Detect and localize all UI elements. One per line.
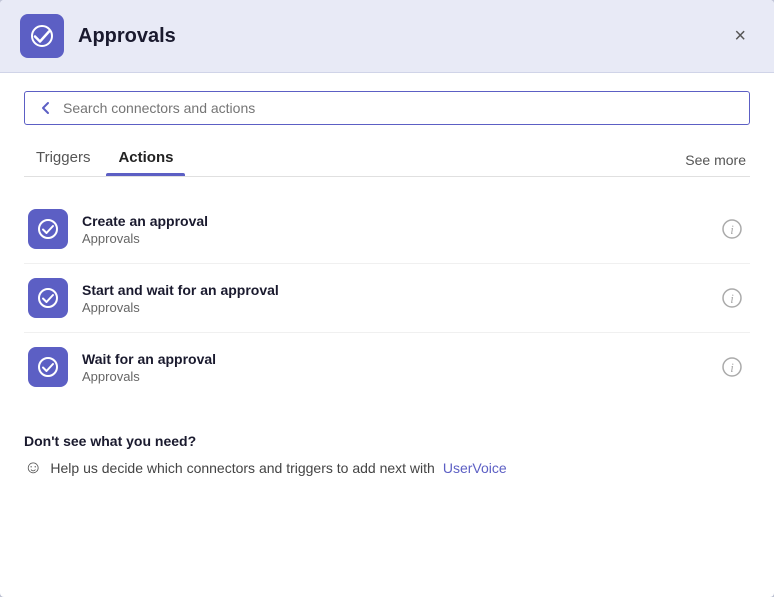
action-item-wait-approval[interactable]: Wait for an approval Approvals i (24, 333, 750, 401)
approvals-app-icon (20, 14, 64, 58)
info-button-2[interactable]: i (718, 284, 746, 312)
uservoice-link[interactable]: UserVoice (443, 460, 507, 476)
footer-text: ☺ Help us decide which connectors and tr… (24, 457, 750, 478)
action-name-1: Create an approval (82, 213, 718, 229)
footer-description: Help us decide which connectors and trig… (50, 460, 434, 476)
svg-text:i: i (730, 222, 734, 237)
approvals-panel: Approvals × Triggers Actions See more (0, 0, 774, 597)
panel-header: Approvals × (0, 0, 774, 73)
info-icon-3: i (722, 357, 742, 377)
action-text-2: Start and wait for an approval Approvals (82, 282, 718, 315)
info-button-1[interactable]: i (718, 215, 746, 243)
tabs-row: Triggers Actions See more (24, 143, 750, 177)
tab-actions[interactable]: Actions (106, 143, 185, 176)
panel-title: Approvals (78, 25, 726, 48)
action-icon-1 (28, 209, 68, 249)
approval-check-icon-2 (36, 286, 60, 310)
info-icon-2: i (722, 288, 742, 308)
see-more-button[interactable]: See more (681, 152, 750, 168)
action-item-create-approval[interactable]: Create an approval Approvals i (24, 195, 750, 264)
action-name-2: Start and wait for an approval (82, 282, 718, 298)
smiley-icon: ☺ (24, 457, 42, 478)
action-icon-2 (28, 278, 68, 318)
action-sub-3: Approvals (82, 369, 718, 384)
svg-text:i: i (730, 360, 734, 375)
search-back-button[interactable] (37, 99, 55, 117)
approvals-svg-icon (28, 22, 56, 50)
footer-section: Don't see what you need? ☺ Help us decid… (24, 433, 750, 478)
action-icon-3 (28, 347, 68, 387)
footer-title: Don't see what you need? (24, 433, 750, 449)
search-input[interactable] (63, 100, 737, 116)
svg-text:i: i (730, 291, 734, 306)
approval-check-icon (36, 217, 60, 241)
back-arrow-icon (37, 99, 55, 117)
panel-body: Triggers Actions See more Create an appr… (0, 73, 774, 597)
tab-triggers[interactable]: Triggers (24, 143, 102, 176)
action-item-start-wait-approval[interactable]: Start and wait for an approval Approvals… (24, 264, 750, 333)
info-icon-1: i (722, 219, 742, 239)
action-sub-1: Approvals (82, 231, 718, 246)
action-sub-2: Approvals (82, 300, 718, 315)
info-button-3[interactable]: i (718, 353, 746, 381)
close-button[interactable]: × (726, 22, 754, 50)
actions-list: Create an approval Approvals i (24, 195, 750, 401)
search-bar (24, 91, 750, 125)
approval-check-icon-3 (36, 355, 60, 379)
action-name-3: Wait for an approval (82, 351, 718, 367)
action-text-1: Create an approval Approvals (82, 213, 718, 246)
action-text-3: Wait for an approval Approvals (82, 351, 718, 384)
